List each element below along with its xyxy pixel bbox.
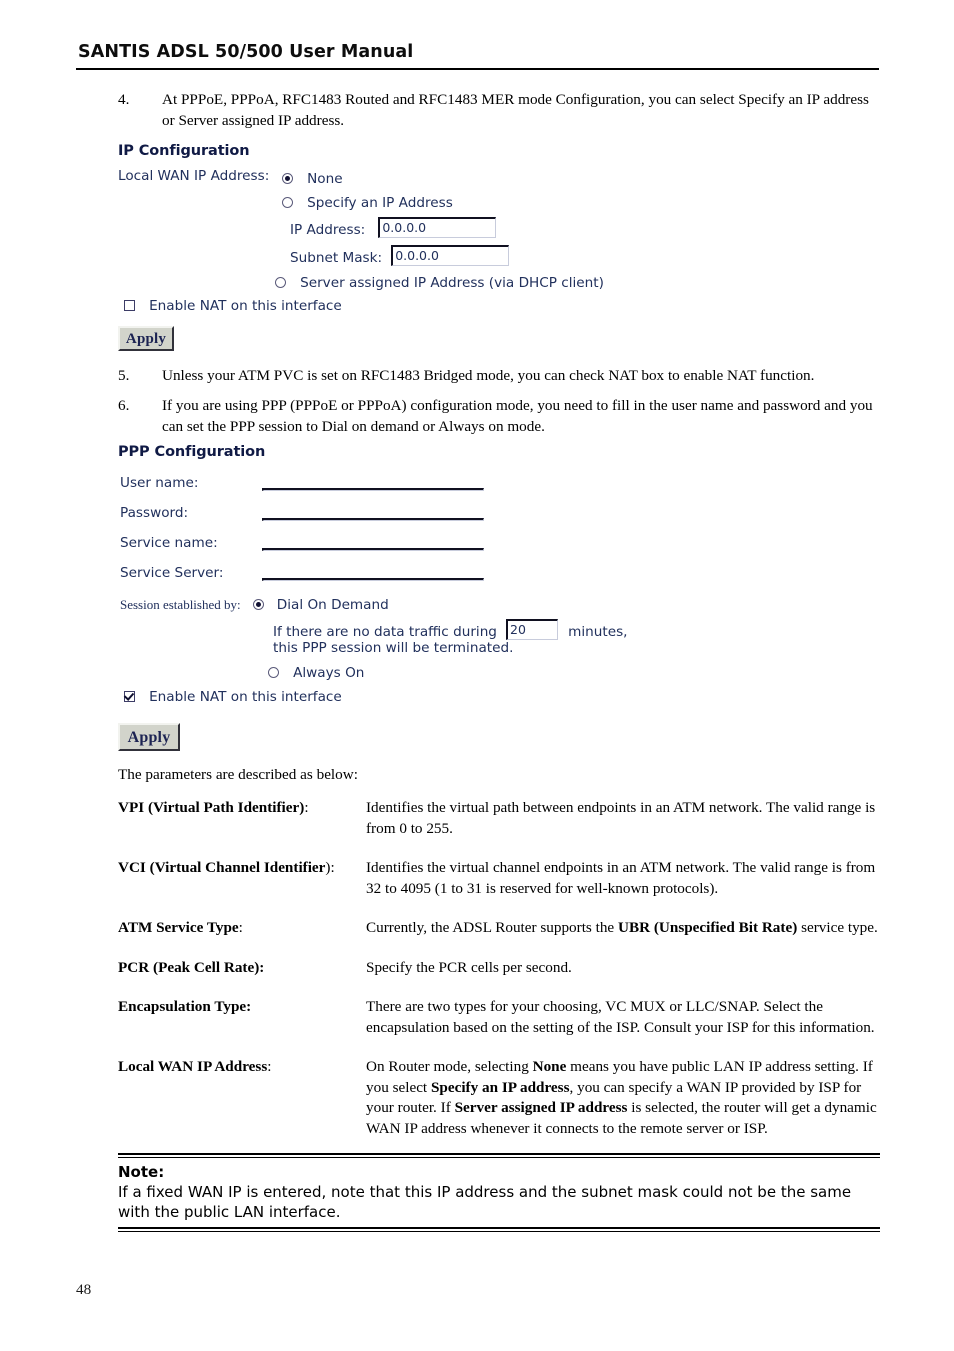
idle-timeout-line-2: this PPP session will be terminated. <box>273 640 514 656</box>
radio-specify-ip-label: Specify an IP Address <box>307 195 453 211</box>
step-item-5: 5. Unless your ATM PVC is set on RFC1483… <box>118 366 878 387</box>
enable-nat-checkbox-ppp[interactable] <box>124 691 135 702</box>
table-row: VCI (Virtual Channel Identifier): Identi… <box>118 858 880 918</box>
subnet-mask-row: Subnet Mask: 0.0.0.0 <box>290 245 510 266</box>
password-label: Password: <box>120 505 189 521</box>
session-established-row: Session established by: Dial On Demand <box>120 594 389 613</box>
param-desc-atm-service-type: Currently, the ADSL Router supports the … <box>366 919 878 936</box>
radio-row-always-on[interactable]: Always On <box>268 662 364 681</box>
step-number: 5. <box>118 367 130 384</box>
subnet-mask-input[interactable]: 0.0.0.0 <box>391 245 510 266</box>
ip-address-input[interactable]: 0.0.0.0 <box>378 217 497 238</box>
table-row: Encapsulation Type: There are two types … <box>118 997 880 1057</box>
param-term-vci: VCI (Virtual Channel Identifier): <box>118 859 335 876</box>
ppp-configuration-screenshot: PPP Configuration User name: Password: S… <box>118 444 738 705</box>
note-block: Note: If a fixed WAN IP is entered, note… <box>118 1153 880 1232</box>
radio-row-specify[interactable]: Specify an IP Address <box>282 192 453 211</box>
step-text: If you are using PPP (PPPoE or PPPoA) co… <box>162 397 873 435</box>
radio-none-label: None <box>307 171 343 187</box>
param-term-encapsulation-type: Encapsulation Type: <box>118 998 252 1015</box>
session-established-label: Session established by: <box>120 597 241 612</box>
idle-timeout-suffix: minutes, <box>568 624 628 640</box>
service-server-input[interactable] <box>262 578 485 581</box>
radio-server-assigned[interactable] <box>275 277 286 288</box>
param-term-vpi: VPI (Virtual Path Identifier): <box>118 799 309 816</box>
ip-config-title: IP Configuration <box>118 143 250 159</box>
password-row: Password: <box>120 502 485 521</box>
enable-nat-label-ip: Enable NAT on this interface <box>149 298 342 314</box>
radio-always-on[interactable] <box>268 667 279 678</box>
parameters-table: VPI (Virtual Path Identifier): Identifie… <box>118 798 880 1158</box>
nat-checkbox-row-ppp[interactable]: Enable NAT on this interface <box>124 686 342 705</box>
apply-button-ip-config[interactable]: Apply <box>118 326 174 351</box>
note-title: Note: <box>118 1163 165 1181</box>
enable-nat-label-ppp: Enable NAT on this interface <box>149 689 342 705</box>
param-desc-local-wan-ip: On Router mode, selecting None means you… <box>366 1058 877 1137</box>
param-term-pcr: PCR (Peak Cell Rate): <box>118 958 265 976</box>
radio-always-on-label: Always On <box>293 665 365 681</box>
enable-nat-checkbox-ip[interactable] <box>124 300 135 311</box>
radio-server-assigned-label: Server assigned IP Address (via DHCP cli… <box>300 275 604 291</box>
step-text: At PPPoE, PPPoA, RFC1483 Routed and RFC1… <box>162 91 869 129</box>
table-row: Local WAN IP Address: On Router mode, se… <box>118 1057 880 1158</box>
param-desc-pcr: Specify the PCR cells per second. <box>366 958 572 976</box>
table-row: PCR (Peak Cell Rate): Specify the PCR ce… <box>118 958 880 998</box>
radio-dial-on-demand-label: Dial On Demand <box>276 597 389 613</box>
step-item-6: 6. If you are using PPP (PPPoE or PPPoA)… <box>118 396 878 437</box>
radio-row-none[interactable]: None <box>282 168 343 187</box>
param-desc-encapsulation-type: There are two types for your choosing, V… <box>366 998 875 1036</box>
idle-timeout-input[interactable]: 20 <box>506 619 559 640</box>
subnet-mask-label: Subnet Mask: <box>290 250 383 266</box>
service-name-input[interactable] <box>262 548 485 551</box>
ppp-config-title: PPP Configuration <box>118 444 266 460</box>
ip-address-label: IP Address: <box>290 222 366 238</box>
local-wan-ip-label: Local WAN IP Address: <box>118 168 270 184</box>
step-text: Unless your ATM PVC is set on RFC1483 Br… <box>162 367 815 384</box>
parameters-intro: The parameters are described as below: <box>118 766 358 783</box>
password-input[interactable] <box>262 518 485 521</box>
step-item-4: 4. At PPPoE, PPPoA, RFC1483 Routed and R… <box>118 90 878 131</box>
service-server-label: Service Server: <box>120 565 224 581</box>
table-row: VPI (Virtual Path Identifier): Identifie… <box>118 798 880 858</box>
ip-address-row: IP Address: 0.0.0.0 <box>290 217 497 238</box>
radio-specify-ip[interactable] <box>282 197 293 208</box>
page-number: 48 <box>76 1281 92 1298</box>
ip-configuration-screenshot: IP Configuration Local WAN IP Address: N… <box>118 143 738 314</box>
step-number: 4. <box>118 91 130 108</box>
note-top-divider <box>118 1153 880 1158</box>
note-text: If a fixed WAN IP is entered, note that … <box>118 1183 852 1221</box>
apply-button-ppp-config[interactable]: Apply <box>118 723 180 751</box>
table-row: ATM Service Type: Currently, the ADSL Ro… <box>118 918 880 958</box>
radio-row-server-assigned[interactable]: Server assigned IP Address (via DHCP cli… <box>275 272 604 291</box>
user-name-row: User name: <box>120 472 485 491</box>
idle-timeout-prefix: If there are no data traffic during <box>273 624 497 640</box>
radio-dial-on-demand[interactable] <box>252 599 264 610</box>
param-desc-vpi: Identifies the virtual path between endp… <box>366 799 876 837</box>
user-name-label: User name: <box>120 475 199 491</box>
idle-timeout-line-1: If there are no data traffic during 20 m… <box>273 619 628 640</box>
user-name-input[interactable] <box>262 488 485 491</box>
manual-page: SANTIS ADSL 50/500 User Manual 4. At PPP… <box>0 0 954 1351</box>
service-server-row: Service Server: <box>120 562 485 581</box>
nat-checkbox-row-ip[interactable]: Enable NAT on this interface <box>124 295 342 314</box>
radio-none[interactable] <box>282 173 293 184</box>
header-divider <box>76 68 879 70</box>
service-name-row: Service name: <box>120 532 485 551</box>
step-number: 6. <box>118 397 130 414</box>
param-term-atm-service-type: ATM Service Type: <box>118 919 243 936</box>
page-header-title: SANTIS ADSL 50/500 User Manual <box>78 42 414 62</box>
note-bottom-divider <box>118 1227 880 1232</box>
service-name-label: Service name: <box>120 535 218 551</box>
param-term-local-wan-ip: Local WAN IP Address: <box>118 1058 272 1075</box>
param-desc-vci: Identifies the virtual channel endpoints… <box>366 859 876 897</box>
